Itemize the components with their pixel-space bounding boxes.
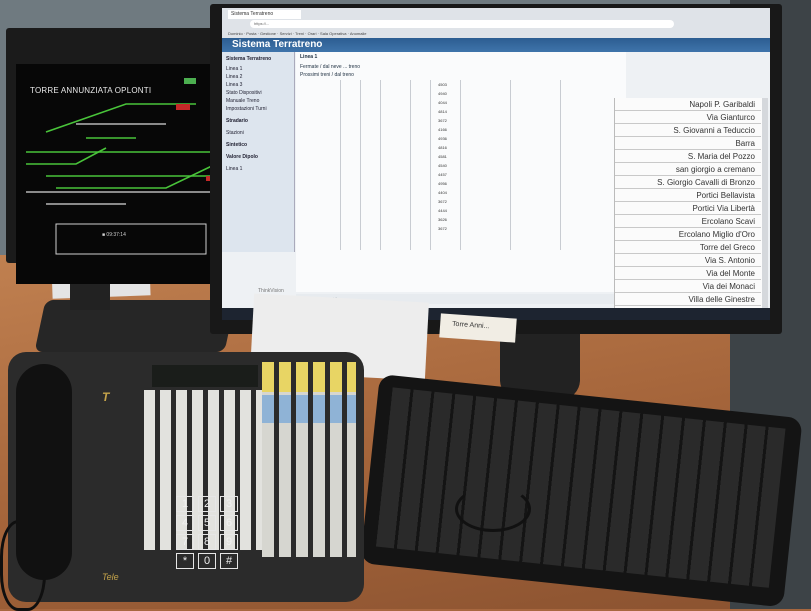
panel-tab[interactable]: Linea 1 bbox=[300, 54, 317, 60]
station-list-item[interactable]: Portici Bellavista bbox=[615, 189, 761, 202]
sidebar-item[interactable]: Manuale Treno bbox=[226, 98, 259, 104]
keypad-key[interactable]: 5 bbox=[198, 515, 216, 531]
left-monitor-base bbox=[34, 300, 236, 352]
footer-text: ■ 09:37:14 bbox=[102, 232, 126, 238]
sidebar-item[interactable]: Stato Dispositivi bbox=[226, 90, 262, 96]
grid-column bbox=[460, 80, 461, 250]
grid-column bbox=[560, 80, 561, 250]
station-list-item[interactable]: Ercolano Miglio d'Oro bbox=[615, 228, 761, 241]
sidebar-item[interactable]: Stradario bbox=[226, 118, 248, 124]
grid-column bbox=[510, 80, 511, 250]
phone-keypad: 1 2 3 4 5 6 7 8 9 * 0 # bbox=[176, 496, 242, 574]
bookmarks-bar[interactable]: Dominio · Posta · Gestione · Servizi · T… bbox=[222, 30, 770, 38]
train-number-cell: 4956 bbox=[438, 181, 447, 186]
grid-column bbox=[360, 80, 361, 250]
station-list-item[interactable]: Via dei Monaci bbox=[615, 280, 761, 293]
grid-column bbox=[410, 80, 411, 250]
train-number-cell: 4444 bbox=[438, 208, 447, 213]
station-list-item[interactable]: Via S. Antonio bbox=[615, 254, 761, 267]
phone-display bbox=[152, 365, 258, 387]
keypad-key[interactable]: * bbox=[176, 553, 194, 569]
sidebar-item[interactable]: Linea 2 bbox=[226, 74, 242, 80]
sidebar-item[interactable]: Linea 3 bbox=[226, 82, 242, 88]
keypad-key[interactable]: 8 bbox=[198, 534, 216, 550]
train-number-cell: 3672 bbox=[438, 199, 447, 204]
sidebar-item[interactable]: Impostazioni Turni bbox=[226, 106, 267, 112]
keypad-key[interactable]: 4 bbox=[176, 515, 194, 531]
scrollbar[interactable] bbox=[762, 98, 768, 318]
phone-logo: T bbox=[102, 390, 110, 404]
app-title: Sistema Terratreno bbox=[232, 39, 323, 50]
keyboard-cable bbox=[455, 486, 531, 532]
keypad-key[interactable]: 7 bbox=[176, 534, 194, 550]
station-list-item[interactable]: Via del Monte bbox=[615, 267, 761, 280]
station-list-item[interactable]: Napoli P. Garibaldi bbox=[615, 98, 761, 111]
train-number-cell: 4940 bbox=[438, 91, 447, 96]
app-header: Sistema Terratreno bbox=[222, 38, 770, 52]
station-list: Napoli P. Garibaldi Via Gianturco S. Giova… bbox=[614, 98, 763, 319]
train-number-cell: 4816 bbox=[438, 145, 447, 150]
grid-column bbox=[430, 80, 431, 250]
sidebar-item[interactable]: Linea 1 bbox=[226, 166, 242, 172]
train-number-cell: 4166 bbox=[438, 127, 447, 132]
keypad-key[interactable]: 1 bbox=[176, 496, 194, 512]
app-sidebar: Sistema Terratreno Linea 1 Linea 2 Linea… bbox=[222, 52, 295, 252]
main-panel: Linea 1 Fermate / dal neve ... treno Pro… bbox=[296, 52, 626, 292]
train-number-cell: 4540 bbox=[438, 163, 447, 168]
train-number-cell: 4457 bbox=[438, 172, 447, 177]
station-list-item[interactable]: S. Giovanni a Teduccio bbox=[615, 124, 761, 137]
grid-column bbox=[380, 80, 381, 250]
right-monitor-screen: Sistema Terratreno https://... Dominio ·… bbox=[222, 8, 770, 320]
keypad-key[interactable]: 9 bbox=[220, 534, 238, 550]
sidebar-item[interactable]: Linea 1 bbox=[226, 66, 242, 72]
phone-line-keys-blue bbox=[262, 395, 356, 423]
train-number-cell: 4404 bbox=[438, 190, 447, 195]
keypad-key[interactable]: 0 bbox=[198, 553, 216, 569]
panel-row: Fermate / dal neve ... treno bbox=[300, 64, 361, 70]
keypad-key[interactable]: 3 bbox=[220, 496, 238, 512]
sidebar-item[interactable]: Sintetico bbox=[226, 142, 247, 148]
keypad-key[interactable]: # bbox=[220, 553, 238, 569]
grid-column bbox=[340, 80, 341, 250]
train-grid: 4503 4940 4044 4814 3672 4166 4936 4816 4581 4540… bbox=[300, 80, 620, 280]
train-number-cell: 4814 bbox=[438, 109, 447, 114]
address-bar[interactable]: https://... bbox=[250, 20, 674, 28]
train-number-cell: 3672 bbox=[438, 226, 447, 231]
sidebar-item[interactable]: Valore Dipolo bbox=[226, 154, 258, 160]
sidebar-item[interactable]: Stazioni bbox=[226, 130, 244, 136]
sidebar-item[interactable]: Sistema Terratreno bbox=[226, 56, 271, 62]
station-list-item[interactable]: S. Maria del Pozzo bbox=[615, 150, 761, 163]
train-number-cell: 4044 bbox=[438, 100, 447, 105]
station-list-item[interactable]: Via Gianturco bbox=[615, 111, 761, 124]
browser-toolbar: Sistema Terratreno https://... Dominio ·… bbox=[222, 8, 770, 38]
station-list-item[interactable]: Barra bbox=[615, 137, 761, 150]
station-list-item[interactable]: Torre del Greco bbox=[615, 241, 761, 254]
train-number-cell: 4936 bbox=[438, 136, 447, 141]
keyboard-keys bbox=[375, 387, 786, 588]
station-list-item[interactable]: Villa delle Ginestre bbox=[615, 293, 761, 306]
phone-line-keys-yellow bbox=[262, 362, 356, 392]
left-monitor: TORRE ANNUNZIATA OPLONTI ■ 09:37:14 bbox=[6, 28, 244, 284]
station-list-item[interactable]: san giorgio a cremano bbox=[615, 163, 761, 176]
phone-logo-bottom: Tele bbox=[102, 572, 119, 582]
train-number-cell: 4581 bbox=[438, 154, 447, 159]
train-number-cell: 3672 bbox=[438, 118, 447, 123]
browser-tab[interactable]: Sistema Terratreno bbox=[228, 10, 301, 19]
phone-handset bbox=[16, 364, 72, 580]
train-number-cell: 4503 bbox=[438, 82, 447, 87]
train-number-cell: 3626 bbox=[438, 217, 447, 222]
station-list-item[interactable]: Ercolano Scavi bbox=[615, 215, 761, 228]
keypad-key[interactable]: 6 bbox=[220, 515, 238, 531]
panel-row: Prossimi treni / dal treno bbox=[300, 72, 354, 78]
station-list-item[interactable]: S. Giorgio Cavalli di Bronzo bbox=[615, 176, 761, 189]
station-list-item[interactable]: Portici Via Libertà bbox=[615, 202, 761, 215]
keypad-key[interactable]: 2 bbox=[198, 496, 216, 512]
